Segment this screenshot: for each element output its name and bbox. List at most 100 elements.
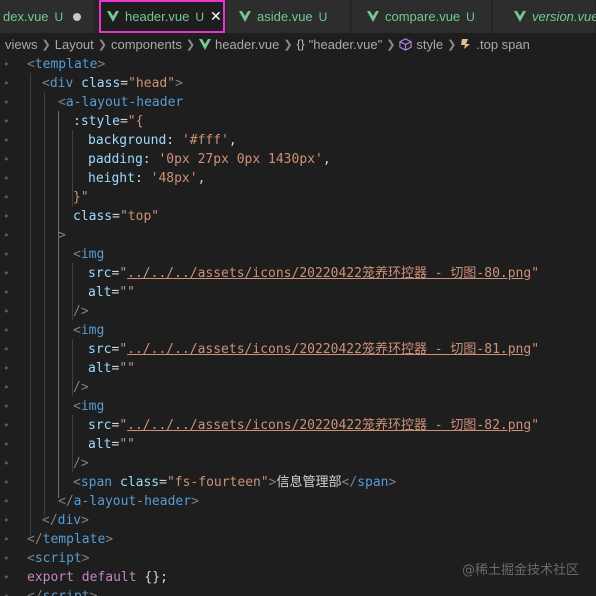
breadcrumb-layout[interactable]: Layout [55, 37, 94, 52]
tab-aside-vue[interactable]: aside.vue U [226, 0, 351, 33]
tab-label: dex.vue [3, 9, 49, 24]
code-text: background: '#fff', [88, 133, 237, 148]
asset-path-link[interactable]: ../../../assets/icons/20220422笼养环控器 - 切图… [127, 418, 531, 433]
code-text: /> [73, 304, 89, 319]
code-line: • alt="" [0, 359, 596, 378]
tab-label: header.vue [125, 9, 190, 24]
code-line: • <a-layout-header [0, 93, 596, 112]
fold-marker-icon: • [3, 514, 10, 527]
vue-file-icon [199, 38, 212, 50]
code-line: • src="../../../assets/icons/20220422笼养环… [0, 264, 596, 283]
fold-marker-icon: • [3, 77, 10, 90]
code-text: padding: '0px 27px 0px 1430px', [88, 152, 331, 167]
fold-marker-icon: • [3, 495, 10, 508]
code-text: }" [73, 190, 89, 205]
code-line: • /> [0, 454, 596, 473]
editor-tab-bar: dex.vue U header.vue U ✕ aside.vue U com… [0, 0, 596, 33]
code-text: class="top" [73, 209, 160, 224]
fold-marker-icon: • [3, 400, 10, 413]
breadcrumb-object[interactable]: "header.vue" [309, 37, 383, 52]
fold-marker-icon: • [3, 324, 10, 337]
code-line: • class="top" [0, 207, 596, 226]
unsaved-dot-icon[interactable] [73, 12, 82, 21]
code-text: /> [73, 456, 89, 471]
fold-marker-icon: • [3, 533, 10, 546]
breadcrumb-views[interactable]: views [5, 37, 38, 52]
fold-marker-icon: • [3, 210, 10, 223]
code-text: <div class="head"> [42, 76, 183, 91]
asset-path-link[interactable]: ../../../assets/icons/20220422笼养环控器 - 切图… [127, 266, 531, 281]
fold-marker-icon: • [3, 381, 10, 394]
code-line: • padding: '0px 27px 0px 1430px', [0, 150, 596, 169]
code-text: :style="{ [73, 114, 144, 129]
code-line: • </template> [0, 530, 596, 549]
code-line: • </script> [0, 587, 596, 596]
watermark-text: @稀土掘金技术社区 [461, 563, 579, 578]
code-text: <img [73, 399, 105, 414]
code-text: > [58, 228, 66, 243]
git-status-badge: U [466, 9, 475, 24]
fold-marker-icon: • [3, 457, 10, 470]
fold-marker-icon: • [3, 191, 10, 204]
chevron-right-icon: ❯ [41, 38, 51, 51]
code-line: • /> [0, 302, 596, 321]
fold-marker-icon: • [3, 438, 10, 451]
code-text: <script> [27, 551, 90, 566]
fold-marker-icon: • [3, 96, 10, 109]
object-symbol-icon: {} [296, 37, 305, 51]
fold-marker-icon: • [3, 362, 10, 375]
fold-marker-icon: • [3, 419, 10, 432]
code-text: alt="" [88, 361, 135, 376]
code-text: </a-layout-header> [58, 494, 199, 509]
tab-compare-vue[interactable]: compare.vue U [352, 0, 492, 33]
breadcrumb: views ❯ Layout ❯ components ❯ header.vue… [0, 33, 596, 55]
code-line: • src="../../../assets/icons/20220422笼养环… [0, 416, 596, 435]
code-line: • > [0, 226, 596, 245]
code-text: export default {}; [27, 570, 168, 585]
code-line: • :style="{ [0, 112, 596, 131]
code-text: </div> [42, 513, 89, 528]
fold-marker-icon: • [3, 229, 10, 242]
git-status-badge: U [195, 9, 205, 24]
code-text: <span class="fs-fourteen">信息管理部</span> [73, 475, 397, 490]
fold-marker-icon: • [3, 305, 10, 318]
fold-marker-icon: • [3, 172, 10, 185]
chevron-right-icon: ❯ [447, 38, 457, 51]
tab-version-vue[interactable]: version.vue [493, 0, 596, 33]
code-text: /> [73, 380, 89, 395]
code-line: • height: '48px', [0, 169, 596, 188]
code-text: </template> [27, 532, 114, 547]
git-status-badge: U [54, 9, 64, 24]
breadcrumb-components[interactable]: components [111, 37, 182, 52]
code-text: <a-layout-header [58, 95, 184, 110]
fold-marker-icon: • [3, 153, 10, 166]
tab-index-vue[interactable]: dex.vue U [0, 0, 94, 33]
breadcrumb-style[interactable]: style [416, 37, 443, 52]
code-text: </script> [27, 587, 97, 596]
asset-path-link[interactable]: ../../../assets/icons/20220422笼养环控器 - 切图… [127, 342, 531, 357]
code-text: src="../../../assets/icons/20220422笼养环控器… [88, 418, 540, 433]
vue-file-icon [107, 11, 119, 22]
cube-icon [399, 37, 413, 51]
code-text: <img [73, 323, 105, 338]
code-line: • <img [0, 245, 596, 264]
vue-file-icon [367, 11, 379, 22]
fold-marker-icon: • [3, 571, 10, 584]
tab-label: aside.vue [257, 9, 313, 24]
code-text: height: '48px', [88, 171, 206, 186]
close-tab-icon[interactable]: ✕ [210, 8, 222, 25]
fold-marker-icon: • [3, 267, 10, 280]
breadcrumb-selector[interactable]: .top span [476, 37, 530, 52]
fold-marker-icon: • [3, 552, 10, 565]
breadcrumb-file[interactable]: header.vue [215, 37, 279, 52]
tab-header-vue[interactable]: header.vue U ✕ [99, 0, 225, 33]
css-selector-icon [461, 39, 471, 49]
code-editor[interactable]: • <template> • <div class="head"> • <a-l… [0, 55, 596, 596]
code-line: • <img [0, 321, 596, 340]
code-line: • <span class="fs-fourteen">信息管理部</span> [0, 473, 596, 492]
code-line: • alt="" [0, 283, 596, 302]
vue-file-icon [514, 11, 526, 22]
code-line: • <template> [0, 55, 596, 74]
fold-marker-icon: • [3, 248, 10, 261]
chevron-right-icon: ❯ [386, 38, 396, 51]
